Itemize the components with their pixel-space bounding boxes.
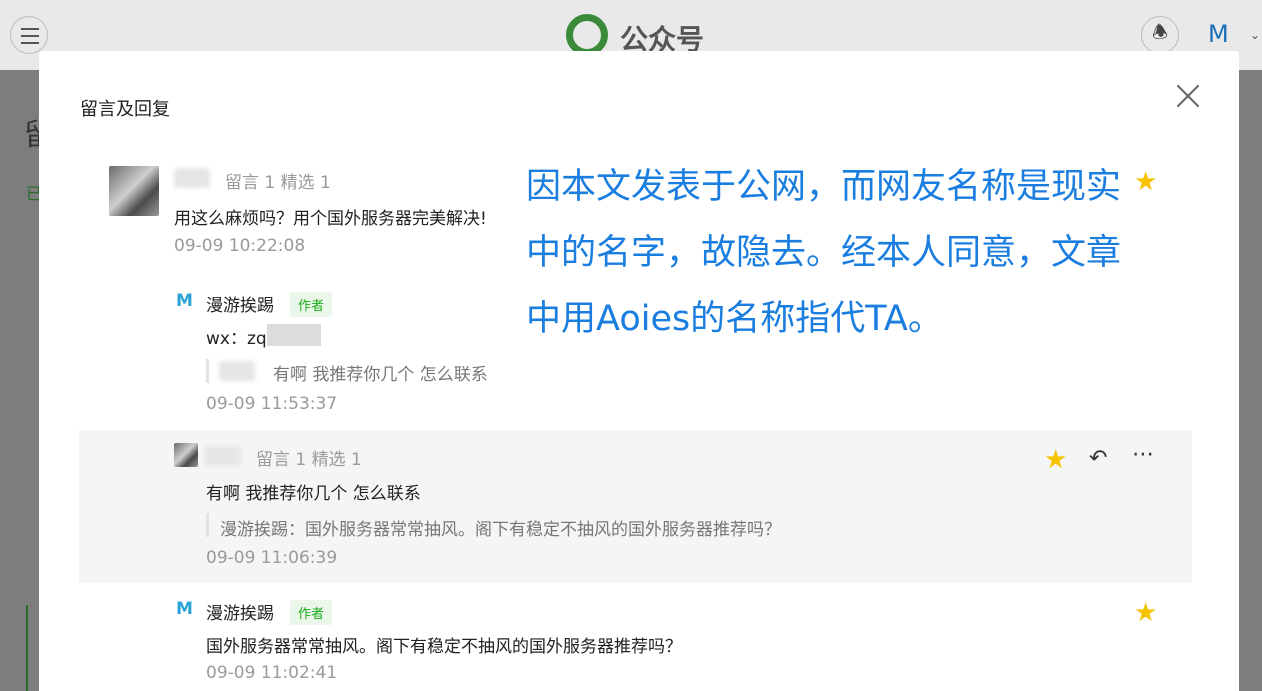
close-icon[interactable]	[1176, 84, 1200, 108]
user-avatar[interactable]: M	[1208, 20, 1229, 48]
author-logo-icon: M	[176, 599, 193, 619]
modal-title: 留言及回复	[80, 99, 170, 120]
author-name: 漫游挨踢	[206, 604, 274, 624]
redacted-username	[205, 446, 241, 466]
quoted-comment: 漫游挨踢：国外服务器常常抽风。阁下有稳定不抽风的国外服务器推荐吗？	[220, 520, 781, 540]
author-badge: 作者	[290, 292, 333, 317]
author-name: 漫游挨踢	[206, 296, 274, 316]
star-icon[interactable]: ★	[1134, 600, 1157, 626]
author-badge: 作者	[290, 600, 333, 625]
reply-icon[interactable]: ↶	[1089, 448, 1107, 470]
comment-time: 09-09 11:53:37	[206, 394, 338, 414]
bell-icon[interactable]: 🕭	[1141, 16, 1179, 54]
menu-icon[interactable]	[10, 16, 48, 54]
comment-time: 09-09 11:02:41	[206, 663, 338, 683]
comment-text: 有啊 我推荐你几个 怎么联系	[206, 484, 421, 504]
chevron-down-icon[interactable]: ⌄	[1250, 28, 1260, 42]
star-icon[interactable]: ★	[1044, 447, 1067, 473]
comment-time: 09-09 11:06:39	[206, 548, 338, 568]
reply-text: wx：zq	[206, 329, 267, 349]
author-logo-icon: M	[176, 291, 193, 311]
reply-text: 国外服务器常常抽风。阁下有稳定不抽风的国外服务器推荐吗？	[206, 637, 682, 657]
background-divider	[26, 605, 28, 691]
more-icon[interactable]: ⋯	[1132, 444, 1154, 466]
avatar	[174, 443, 198, 467]
quote-bar	[206, 513, 209, 537]
redacted-username	[174, 168, 210, 188]
redacted-username	[219, 361, 255, 381]
comment-text: 用这么麻烦吗？用个国外服务器完美解决!	[174, 209, 487, 229]
comment-meta: 留言 1 精选 1	[256, 450, 362, 470]
privacy-annotation: 因本文发表于公网，而网友名称是现实中的名字，故隐去。经本人同意，文章中用Aoie…	[526, 167, 1122, 339]
quote-bar	[206, 359, 209, 383]
comment-time: 09-09 10:22:08	[174, 236, 306, 256]
brand-logo-icon	[566, 14, 608, 56]
avatar	[109, 166, 159, 216]
quoted-comment: 有啊 我推荐你几个 怎么联系	[273, 365, 488, 385]
redacted-contact	[267, 324, 321, 346]
comment-meta: 留言 1 精选 1	[225, 173, 331, 193]
comments-modal: 留言及回复 留言 1 精选 1 用这么麻烦吗？用个国外服务器完美解决! 09-0…	[39, 51, 1239, 691]
